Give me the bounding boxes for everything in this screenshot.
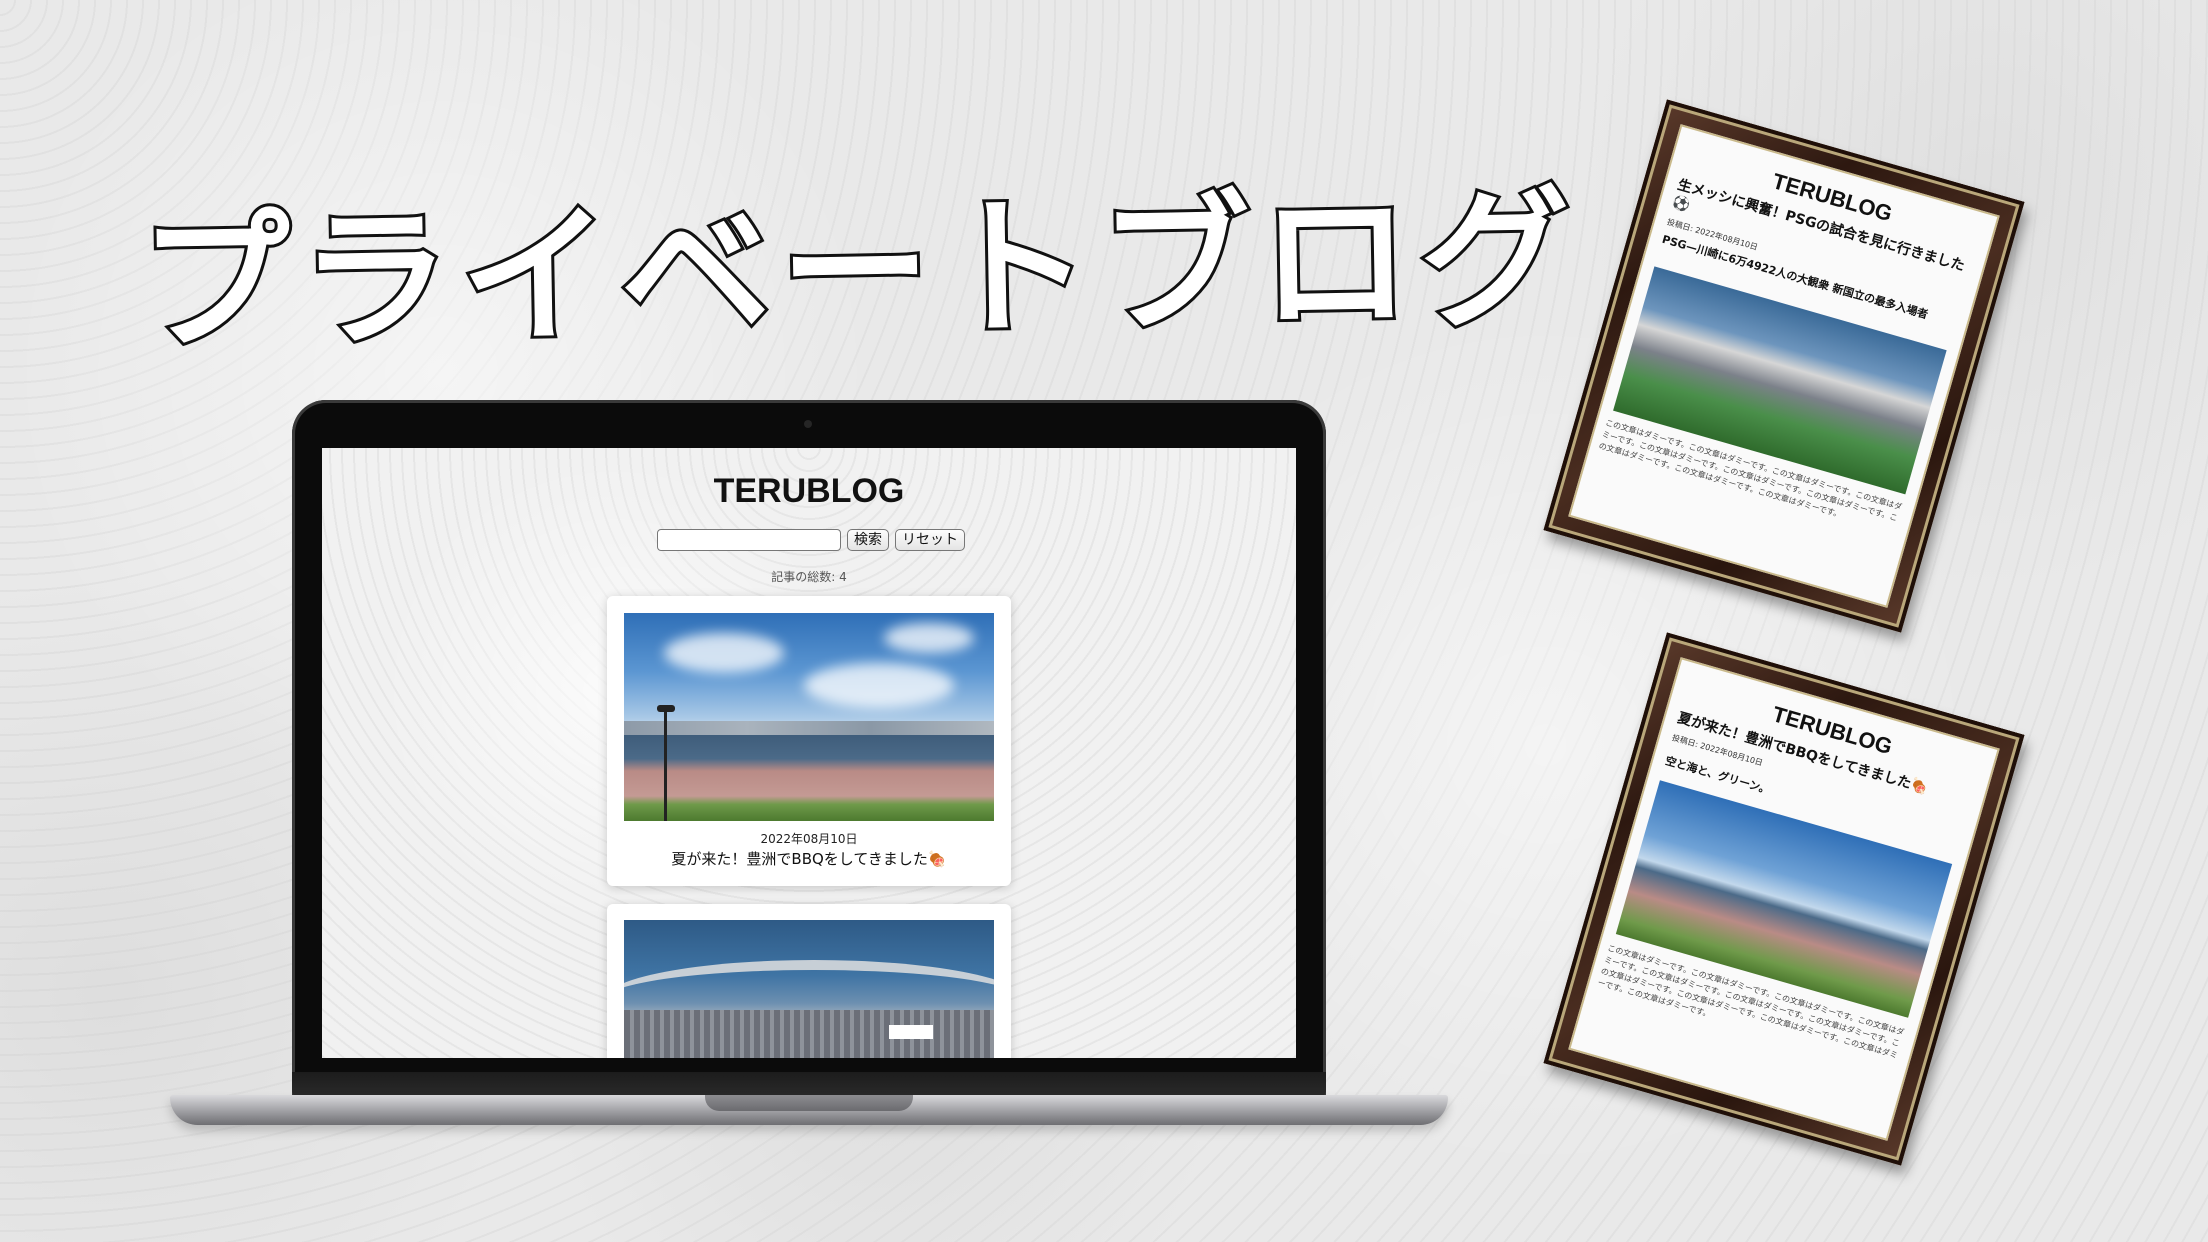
blog-site-title[interactable]: TERUBLOG (322, 472, 1296, 511)
article-title[interactable]: 夏が来た！豊洲でBBQをしてきました🍖 (607, 848, 1011, 869)
search-button[interactable]: 検索 (847, 529, 889, 551)
reset-button[interactable]: リセット (895, 529, 965, 551)
article-date: 2022年08月10日 (760, 832, 858, 846)
article-card[interactable] (607, 904, 1011, 1058)
laptop-notch (705, 1095, 913, 1111)
search-input[interactable] (657, 529, 841, 551)
laptop-screen: TERUBLOG 検索 リセット 記事の総数: 4 2022年08月10日 夏が… (322, 448, 1296, 1058)
article-thumbnail-bay[interactable] (624, 613, 994, 821)
hero-title: プライベートブログ (136, 169, 1585, 374)
article-card[interactable]: 2022年08月10日 夏が来た！豊洲でBBQをしてきました🍖 (607, 596, 1011, 886)
search-bar: 検索 リセット (657, 529, 965, 551)
camera-icon (804, 420, 812, 428)
laptop-lid: TERUBLOG 検索 リセット 記事の総数: 4 2022年08月10日 夏が… (292, 400, 1326, 1100)
article-count: 記事の総数: 4 (771, 570, 847, 584)
article-thumbnail-stadium[interactable] (624, 920, 994, 1058)
